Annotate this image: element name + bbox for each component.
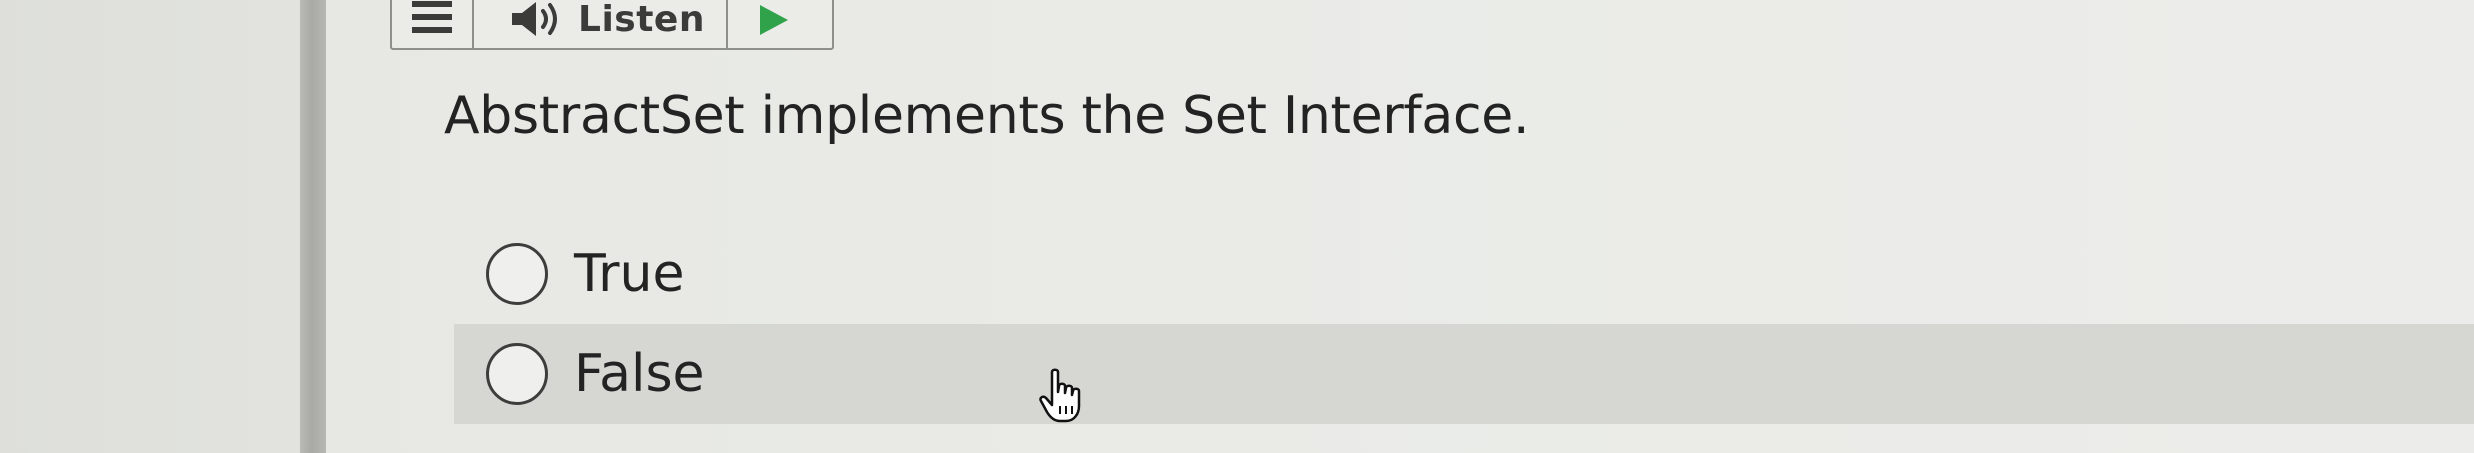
option-true[interactable]: True xyxy=(454,224,2474,324)
menu-icon xyxy=(412,1,452,33)
answer-options: True False xyxy=(454,224,2474,424)
play-icon xyxy=(760,5,788,35)
menu-button[interactable] xyxy=(392,0,474,48)
readspeaker-toolbar: Listen xyxy=(390,0,834,50)
listen-button[interactable]: Listen xyxy=(474,0,728,48)
page-divider xyxy=(300,0,326,453)
left-margin xyxy=(0,0,300,453)
radio-true[interactable] xyxy=(486,243,548,305)
listen-label: Listen xyxy=(578,0,705,40)
question-text: AbstractSet implements the Set Interface… xyxy=(444,86,1530,146)
option-label-true: True xyxy=(574,244,685,304)
option-label-false: False xyxy=(574,344,705,404)
question-panel: Listen AbstractSet implements the Set In… xyxy=(326,0,2474,453)
option-false[interactable]: False xyxy=(454,324,2474,424)
speaker-icon xyxy=(512,2,557,36)
play-button[interactable] xyxy=(728,0,832,48)
radio-false[interactable] xyxy=(486,343,548,405)
hand-pointer-icon xyxy=(1039,368,1081,423)
